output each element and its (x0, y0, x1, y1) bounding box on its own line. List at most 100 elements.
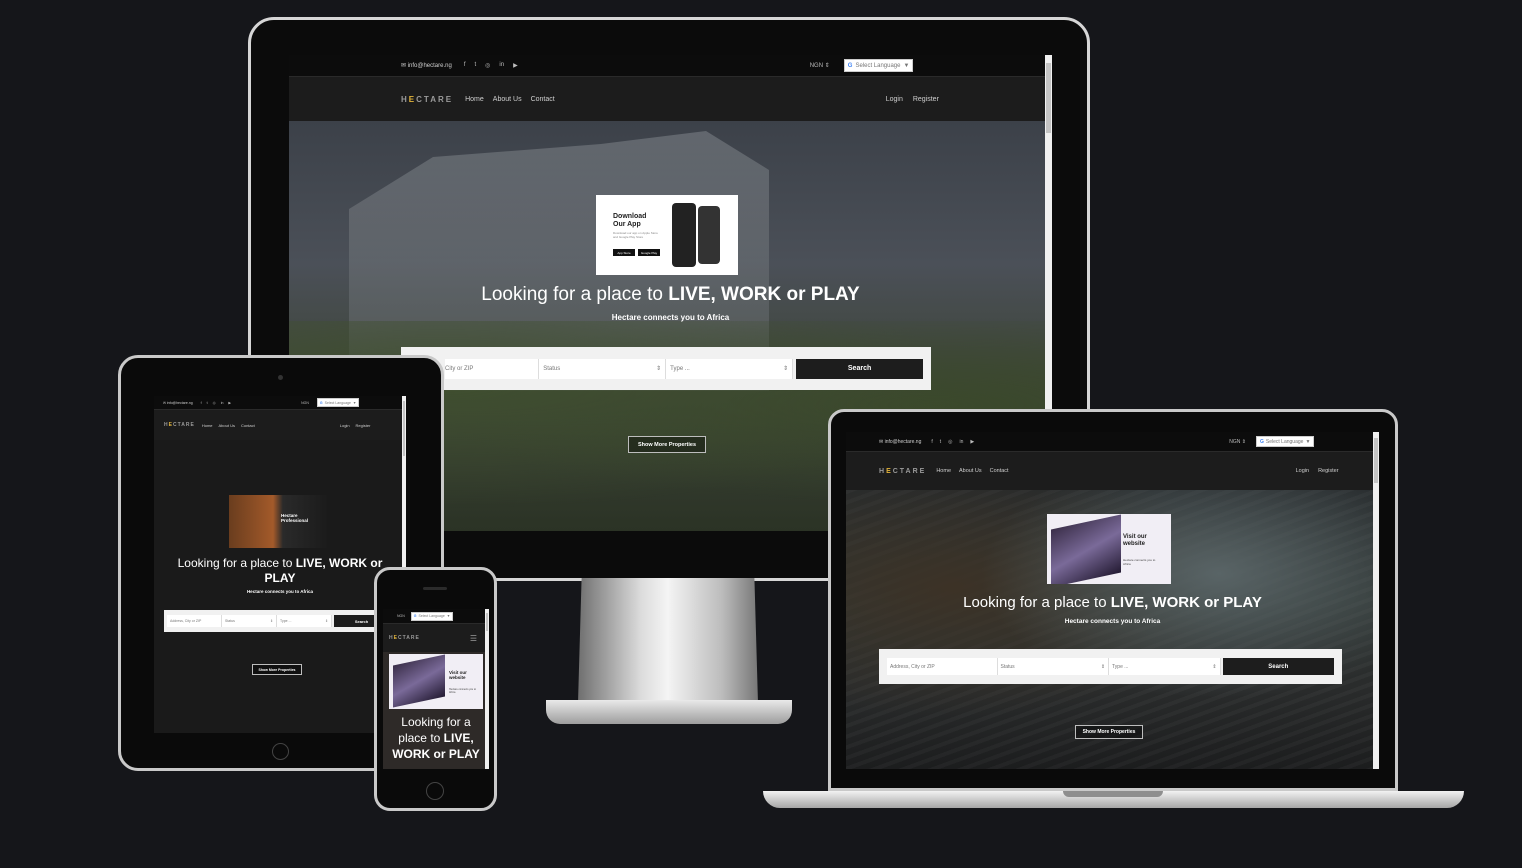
language-select[interactable]: G Select Language ▼ (410, 611, 454, 621)
phone-home-button[interactable] (426, 782, 444, 800)
twitter-icon[interactable]: t (475, 62, 477, 69)
linkedin-icon[interactable]: in (960, 439, 964, 445)
google-play-badge[interactable]: Google Play (638, 249, 660, 256)
promo-app-banner[interactable]: Download Our App Download our app on App… (596, 195, 738, 275)
type-select[interactable]: Type ... ⇕ (1109, 658, 1221, 675)
youtube-icon[interactable]: ▶ (970, 439, 974, 445)
site-logo[interactable]: HECTARE (401, 95, 453, 104)
select-arrows-icon: ⇕ (1100, 663, 1106, 670)
phone-screen: NGN G Select Language ▼ HECTARE ☰ Visit o… (383, 609, 489, 769)
currency-select[interactable]: NGN (301, 401, 309, 405)
status-select[interactable]: Status ⇕ (539, 358, 667, 379)
address-input[interactable]: Address, City or ZIP (167, 615, 222, 627)
register-link[interactable]: Register (356, 423, 371, 428)
youtube-icon[interactable]: ▶ (513, 62, 518, 69)
main-navbar: HECTARE Home About Us Contact Login Regi… (154, 410, 406, 440)
desktop-stand-neck (578, 578, 758, 703)
email-link[interactable]: ✉ info@hectare.ng (879, 439, 921, 445)
scrollbar-thumb[interactable] (1374, 438, 1378, 483)
nav-contact[interactable]: Contact (531, 96, 555, 103)
scrollbar-thumb[interactable] (1046, 63, 1051, 133)
language-select[interactable]: G Select Language ▼ (316, 398, 360, 407)
hero-section: Hectare Professional Looking for a place… (154, 440, 406, 733)
twitter-icon[interactable]: t (940, 439, 941, 445)
address-input[interactable]: Address, City or ZIP (887, 658, 998, 675)
show-more-button[interactable]: Show More Properties (252, 664, 302, 675)
auth-links: Login Register (1296, 468, 1339, 474)
currency-select[interactable]: NGN ⇕ (810, 62, 830, 69)
show-more-button[interactable]: Show More Properties (1075, 725, 1143, 739)
youtube-icon[interactable]: ▶ (228, 401, 231, 405)
hamburger-menu-icon[interactable]: ☰ (470, 634, 477, 643)
type-text: Type ... (670, 365, 690, 372)
status-select[interactable]: Status ⇕ (222, 615, 277, 627)
google-icon: G (1260, 438, 1264, 445)
nav-home[interactable]: Home (465, 96, 484, 103)
linkedin-icon[interactable]: in (221, 401, 224, 405)
currency-text: NGN (397, 614, 405, 618)
nav-home[interactable]: Home (202, 423, 213, 428)
app-store-badge[interactable]: App Store (613, 249, 635, 256)
scrollbar-thumb[interactable] (486, 613, 488, 631)
search-button[interactable]: Search (1222, 658, 1335, 675)
site-logo[interactable]: HECTARE (389, 635, 420, 641)
login-link[interactable]: Login (886, 96, 903, 103)
currency-select[interactable]: NGN ⇕ (1229, 439, 1246, 445)
desktop-stand-base (546, 700, 792, 724)
facebook-icon[interactable]: f (201, 401, 202, 405)
instagram-icon[interactable]: ◎ (948, 439, 952, 445)
status-text: Status (1000, 663, 1015, 670)
linkedin-icon[interactable]: in (499, 62, 504, 69)
search-form: City or ZIP Status ⇕ Type ... ⇕ Search (401, 347, 931, 390)
site-logo[interactable]: HECTARE (879, 468, 926, 475)
twitter-icon[interactable]: t (207, 401, 208, 405)
nav-about[interactable]: About Us (959, 468, 982, 474)
nav-contact[interactable]: Contact (990, 468, 1009, 474)
email-link[interactable]: ✉ info@hectare.ng (401, 62, 452, 69)
promo-title: Visit our website (449, 670, 467, 680)
language-select[interactable]: G Select Language ▼ (843, 59, 914, 72)
facebook-icon[interactable]: f (931, 439, 932, 445)
laptop-notch (1063, 791, 1163, 797)
tablet-home-button[interactable] (272, 743, 289, 760)
scrollbar[interactable] (1373, 432, 1379, 769)
google-icon: G (319, 400, 323, 405)
search-button[interactable]: Search (796, 358, 924, 379)
scrollbar[interactable] (485, 609, 489, 769)
promo-professional-banner[interactable]: Hectare Professional (229, 495, 327, 548)
promo-website-banner[interactable]: Visit our website Hectare connects you t… (1047, 514, 1171, 584)
currency-text: NGN (809, 63, 824, 69)
login-link[interactable]: Login (1296, 468, 1309, 474)
status-select[interactable]: Status ⇕ (997, 658, 1110, 675)
type-text: Type ... (280, 619, 292, 623)
register-link[interactable]: Register (1318, 468, 1338, 474)
email-link[interactable]: ✉ info@hectare.ng (163, 401, 193, 405)
social-links: f t ◎ in ▶ (201, 401, 231, 405)
nav-home[interactable]: Home (936, 468, 951, 474)
instagram-icon[interactable]: ◎ (213, 401, 216, 405)
email-text: info@hectare.ng (884, 438, 922, 445)
main-navbar: HECTARE ☰ (383, 624, 489, 652)
show-more-button[interactable]: Show More Properties (628, 436, 706, 453)
nav-about[interactable]: About Us (219, 423, 235, 428)
facebook-icon[interactable]: f (464, 62, 466, 69)
type-select[interactable]: Type ... ⇕ (277, 615, 332, 627)
status-text: Status (543, 365, 561, 372)
register-link[interactable]: Register (913, 96, 939, 103)
instagram-icon[interactable]: ◎ (485, 62, 490, 69)
scrollbar-thumb[interactable] (403, 401, 405, 456)
language-select[interactable]: G Select Language ▼ (1256, 436, 1315, 447)
site-logo[interactable]: HECTARE (164, 422, 195, 428)
type-select[interactable]: Type ... ⇕ (666, 358, 794, 379)
google-icon: G (847, 62, 853, 69)
nav-contact[interactable]: Contact (241, 423, 255, 428)
tablet-camera (278, 375, 283, 380)
login-link[interactable]: Login (340, 423, 350, 428)
currency-select[interactable]: NGN (397, 614, 405, 618)
promo-title: Download Our App (613, 213, 647, 228)
nav-about[interactable]: About Us (493, 96, 522, 103)
select-arrows-icon: ⇕ (656, 366, 662, 372)
hero-subtitle: Hectare connects you to Africa (1064, 618, 1161, 625)
address-input[interactable]: City or ZIP (445, 358, 540, 379)
promo-website-banner[interactable]: Visit our website Hectare connects you t… (389, 654, 483, 709)
